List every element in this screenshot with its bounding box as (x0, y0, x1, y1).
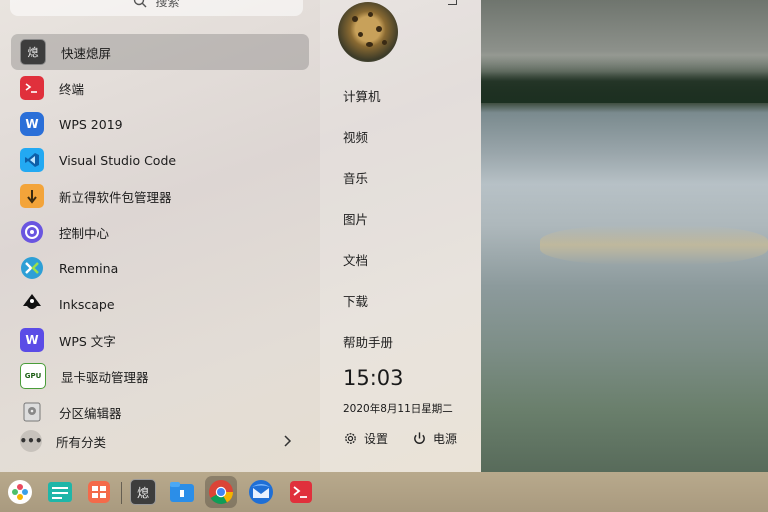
taskbar: 熄 (0, 472, 768, 512)
app-item-synaptic[interactable]: 新立得软件包管理器 (11, 178, 309, 214)
place-downloads[interactable]: 下载 (343, 291, 368, 310)
app-item-screen-off[interactable]: 熄 快速熄屏 (11, 34, 309, 70)
taskbar-separator (121, 482, 122, 504)
app-label: Remmina (59, 260, 119, 276)
power-button[interactable]: 电源 (412, 430, 457, 447)
app-item-wps-writer[interactable]: W WPS 文字 (11, 322, 309, 358)
app-item-control-center[interactable]: 控制中心 (11, 214, 309, 250)
chevron-right-icon (284, 435, 292, 447)
screen-off-icon: 熄 (20, 39, 46, 65)
places-panel: 计算机 视频 音乐 图片 文档 下载 帮助手册 15:03 2020年8月11日… (320, 0, 481, 472)
app-label: 控制中心 (59, 225, 110, 241)
file-manager-icon (170, 482, 194, 502)
clock-date: 2020年8月11日星期二 (343, 403, 453, 415)
place-pictures[interactable]: 图片 (343, 209, 368, 228)
app-label: 分区编辑器 (59, 405, 122, 421)
app-item-gpu-driver[interactable]: GPU 显卡驱动管理器 (11, 358, 309, 394)
synaptic-icon (20, 184, 44, 208)
expand-corner-icon[interactable] (448, 0, 457, 5)
app-label: WPS 文字 (59, 333, 116, 349)
wallpaper-treeline (480, 55, 768, 103)
start-menu: 搜索 熄 快速熄屏 终端 W WPS 2019 Visual Studio Co… (0, 0, 481, 472)
all-categories-label: 所有分类 (56, 434, 107, 450)
app-label: 显卡驱动管理器 (61, 369, 149, 385)
place-music[interactable]: 音乐 (343, 168, 368, 187)
app-item-partition-editor[interactable]: 分区编辑器 (11, 394, 309, 430)
search-box[interactable]: 搜索 (10, 0, 303, 16)
taskbar-thunderbird[interactable] (245, 476, 277, 508)
place-help-manual[interactable]: 帮助手册 (343, 332, 393, 351)
taskbar-file-manager[interactable] (166, 476, 198, 508)
terminal-icon (290, 481, 312, 503)
app-item-vscode[interactable]: Visual Studio Code (11, 142, 309, 178)
app-item-wps[interactable]: W WPS 2019 (11, 106, 309, 142)
taskbar-chrome[interactable] (205, 476, 237, 508)
control-center-icon (20, 220, 44, 244)
app-item-remmina[interactable]: Remmina (11, 250, 309, 286)
power-label: 电源 (433, 432, 458, 446)
app-item-inkscape[interactable]: Inkscape (11, 286, 309, 322)
chrome-icon (209, 480, 233, 505)
wps-writer-icon: W (20, 328, 44, 352)
app-label: 终端 (59, 81, 85, 97)
taskbar-screen-off[interactable]: 熄 (127, 476, 159, 508)
app-label: WPS 2019 (59, 116, 123, 132)
remmina-icon (20, 256, 44, 280)
app-item-terminal[interactable]: 终端 (11, 70, 309, 106)
user-avatar[interactable] (338, 2, 398, 62)
settings-label: 设置 (364, 432, 389, 446)
gear-icon (345, 433, 356, 444)
terminal-icon (20, 76, 44, 100)
wps-icon: W (20, 112, 44, 136)
app-list-panel: 搜索 熄 快速熄屏 终端 W WPS 2019 Visual Studio Co… (0, 0, 320, 472)
taskbar-multitask-view[interactable] (44, 476, 76, 508)
inkscape-icon (20, 292, 44, 316)
thunderbird-icon (249, 480, 273, 504)
screen-off-icon: 熄 (130, 479, 156, 505)
settings-button[interactable]: 设置 (343, 430, 388, 447)
taskbar-terminal[interactable] (285, 476, 317, 508)
taskbar-app-store[interactable] (83, 476, 115, 508)
multitask-view-icon (48, 482, 72, 502)
search-icon (134, 0, 147, 8)
app-label: 快速熄屏 (61, 45, 112, 61)
launcher-icon (8, 480, 32, 504)
place-computer[interactable]: 计算机 (343, 86, 381, 105)
app-label: 新立得软件包管理器 (59, 189, 172, 205)
gpu-driver-icon: GPU (20, 363, 46, 389)
place-videos[interactable]: 视频 (343, 127, 368, 146)
place-documents[interactable]: 文档 (343, 250, 368, 269)
app-store-icon (88, 481, 110, 503)
more-dots-icon: ••• (20, 430, 43, 452)
app-label: Visual Studio Code (59, 152, 177, 168)
app-label: Inkscape (59, 296, 115, 312)
partition-editor-icon (20, 400, 44, 424)
power-icon (414, 432, 425, 444)
search-placeholder: 搜索 (155, 0, 180, 9)
wallpaper-reflection (540, 225, 768, 265)
clock-time: 15:03 (343, 366, 404, 390)
vscode-icon (20, 148, 44, 172)
taskbar-launcher[interactable] (4, 476, 36, 508)
all-categories-button[interactable]: ••• 所有分类 (11, 426, 309, 456)
